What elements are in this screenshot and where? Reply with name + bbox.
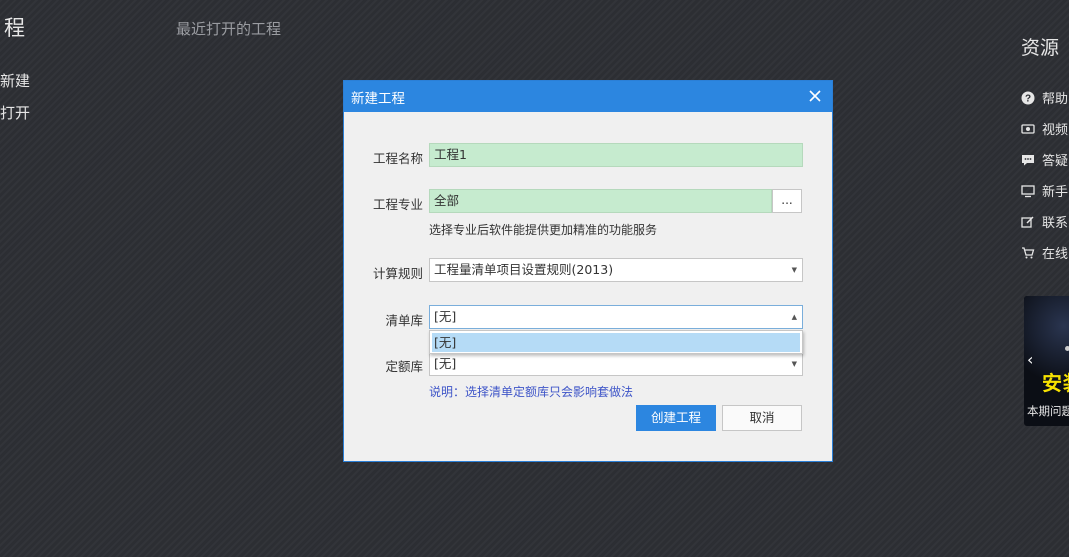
resource-qa-label: 答疑 (1042, 154, 1069, 169)
bill-lib-dropdown: [无] (429, 330, 803, 354)
menu-new[interactable]: 新建 (0, 70, 30, 91)
app-title: 程 (4, 16, 25, 40)
resource-newbie[interactable]: 新手 (1021, 181, 1068, 200)
cart-icon (1021, 246, 1035, 260)
specialty-browse-button[interactable]: ... (772, 189, 802, 213)
recent-projects-title: 最近打开的工程 (176, 20, 282, 38)
chevron-down-icon: ▼ (791, 360, 797, 368)
edit-icon (1021, 215, 1035, 229)
bill-lib-select[interactable]: [无] ▲ (429, 305, 803, 329)
dialog-header: 新建工程 (344, 81, 832, 112)
specialty-label: 工程专业 (372, 197, 423, 212)
resource-video[interactable]: 视频 (1021, 119, 1068, 138)
resource-help[interactable]: ? 帮助 (1021, 88, 1068, 107)
resource-qa[interactable]: 答疑 (1021, 150, 1068, 169)
resource-contact-label: 联系 (1042, 216, 1069, 231)
chevron-up-icon: ▲ (791, 313, 797, 321)
quota-lib-select[interactable]: [无] ▼ (429, 352, 803, 376)
help-icon: ? (1021, 91, 1035, 105)
menu-open[interactable]: 打开 (0, 102, 30, 123)
new-project-dialog: 新建工程 工程名称 工程1 工程专业 全部 ... 选择专业后软件能提供更加精准… (343, 80, 833, 462)
bill-lib-value: [无] (434, 309, 457, 324)
quota-lib-value: [无] (434, 356, 457, 371)
create-project-button[interactable]: 创建工程 (636, 405, 716, 431)
calc-rule-value: 工程量清单项目设置规则(2013) (434, 262, 614, 277)
resources-title: 资源 (1021, 37, 1060, 59)
resource-contact[interactable]: 联系 (1021, 212, 1068, 231)
banner-dot (1065, 346, 1069, 351)
specialty-hint: 选择专业后软件能提供更加精准的功能服务 (429, 223, 658, 237)
calc-rule-label: 计算规则 (372, 266, 423, 281)
quota-lib-label: 定额库 (385, 359, 423, 374)
resource-online-label: 在线 (1042, 247, 1069, 262)
resource-help-label: 帮助 (1042, 92, 1069, 107)
bill-lib-label: 清单库 (385, 313, 423, 328)
chevron-down-icon: ▼ (791, 266, 797, 274)
resource-video-label: 视频 (1042, 123, 1069, 138)
close-icon[interactable] (806, 87, 824, 105)
banner-headline: 安装 (1042, 371, 1069, 395)
resource-newbie-label: 新手 (1042, 185, 1069, 200)
video-icon (1021, 122, 1035, 136)
dropdown-option[interactable]: [无] (432, 333, 800, 352)
monitor-icon (1021, 184, 1035, 198)
promo-banner[interactable]: ‹ 安装 本期问题 (1024, 296, 1069, 426)
banner-caption: 本期问题 (1027, 404, 1069, 418)
svg-text:?: ? (1025, 93, 1031, 104)
specialty-input[interactable]: 全部 (429, 189, 772, 213)
resource-online[interactable]: 在线 (1021, 243, 1068, 262)
dialog-note: 说明：选择清单定额库只会影响套做法 (429, 385, 634, 399)
project-name-input[interactable]: 工程1 (429, 143, 803, 167)
project-name-label: 工程名称 (372, 151, 423, 166)
chat-icon (1021, 153, 1035, 167)
dialog-title: 新建工程 (351, 90, 405, 107)
banner-prev-arrow[interactable]: ‹ (1027, 350, 1033, 369)
cancel-button[interactable]: 取消 (722, 405, 802, 431)
calc-rule-select[interactable]: 工程量清单项目设置规则(2013) ▼ (429, 258, 803, 282)
